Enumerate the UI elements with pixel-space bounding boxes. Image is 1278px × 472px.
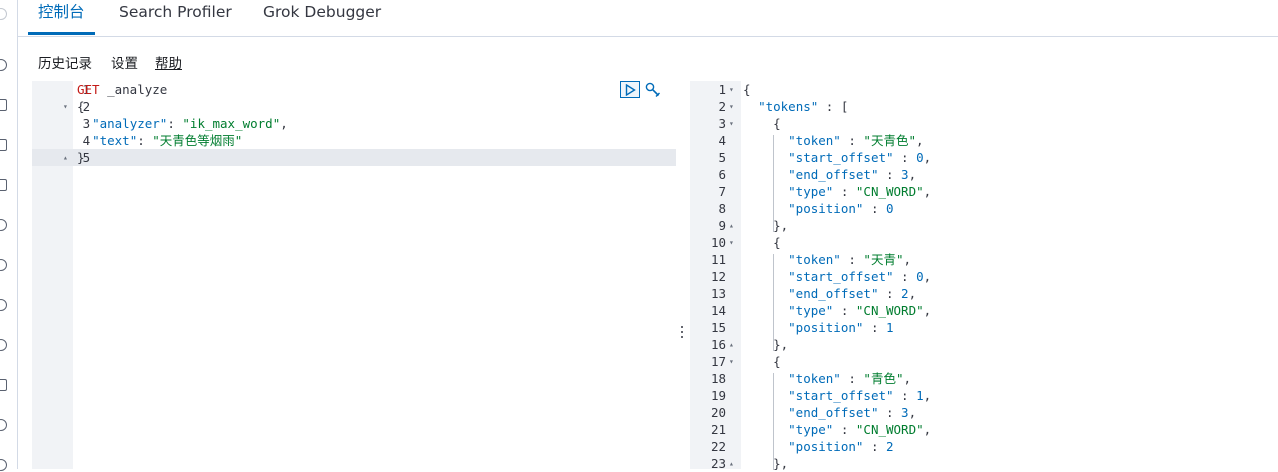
fold-open-icon[interactable]: ▾ [729, 234, 734, 251]
text-value: "天青色等烟雨" [152, 133, 243, 148]
request-line: 4 "text": "天青色等烟雨" [32, 132, 676, 149]
tab-console[interactable]: 控制台 [28, 0, 95, 35]
line-number: 1 [718, 82, 726, 97]
discover-icon[interactable] [0, 99, 7, 111]
close-brace: } [77, 150, 85, 165]
response-line: 2 ▾ "tokens" : [ [690, 98, 1278, 115]
line-number: 14 [710, 303, 726, 318]
app-tabs: 控制台 Search Profiler Grok Debugger [18, 0, 1278, 37]
response-line: 8 "position" : 0 [690, 200, 1278, 217]
response-line: 22 "position" : 2 [690, 438, 1278, 455]
line-number: 21 [710, 422, 726, 437]
help-link[interactable]: 帮助 [155, 52, 182, 72]
maps-icon[interactable] [0, 219, 7, 231]
response-line: 7 "type" : "CN_WORD", [690, 183, 1278, 200]
request-path: _analyze [99, 82, 168, 97]
play-icon [625, 84, 636, 96]
send-request-button[interactable] [620, 81, 640, 98]
visualize-icon[interactable] [0, 139, 7, 151]
fold-close-icon[interactable]: ▴ [63, 149, 68, 166]
line-number: 17 [710, 354, 726, 369]
tab-grok-debugger[interactable]: Grok Debugger [263, 0, 381, 35]
line-number: 11 [710, 252, 726, 267]
indent-guide [773, 135, 774, 232]
line-number: 22 [710, 439, 726, 454]
wrench-icon[interactable] [644, 81, 662, 99]
fold-close-icon[interactable]: ▴ [729, 336, 734, 353]
fold-close-icon[interactable]: ▴ [729, 455, 734, 472]
request-line: 2 ▾ { [32, 98, 676, 115]
line-number: 9 [718, 218, 726, 233]
response-line: 19 "start_offset" : 1, [690, 387, 1278, 404]
response-line: 14 "type" : "CN_WORD", [690, 302, 1278, 319]
response-line: 4 "token" : "天青色", [690, 132, 1278, 149]
response-line: 20 "end_offset" : 3, [690, 404, 1278, 421]
response-line: 5 "start_offset" : 0, [690, 149, 1278, 166]
response-line: 3 ▾ { [690, 115, 1278, 132]
response-line: 6 "end_offset" : 3, [690, 166, 1278, 183]
nav-toggle-icon[interactable] [0, 8, 7, 20]
line-number: 18 [710, 371, 726, 386]
apm-icon[interactable] [0, 419, 7, 431]
response-line: 9 ▴ }, [690, 217, 1278, 234]
request-line: 3 "analyzer": "ik_max_word", [32, 115, 676, 132]
line-number: 16 [710, 337, 726, 352]
response-line: 17 ▾ { [690, 353, 1278, 370]
response-line: 11 "token" : "天青", [690, 251, 1278, 268]
line-number: 4 [718, 133, 726, 148]
ml-icon[interactable] [0, 259, 7, 271]
response-line: 23 ▴ }, [690, 455, 1278, 472]
uptime-icon[interactable] [0, 339, 7, 351]
fold-open-icon[interactable]: ▾ [729, 353, 734, 370]
request-line: 1 GET _analyze [32, 81, 676, 98]
line-number: 19 [710, 388, 726, 403]
line-number: 7 [718, 184, 726, 199]
response-line: 18 "token" : "青色", [690, 370, 1278, 387]
indent-guide [773, 373, 774, 470]
dashboard-icon[interactable] [0, 179, 7, 191]
response-line: 1 ▾{ [690, 81, 1278, 98]
open-brace: { [77, 99, 85, 114]
infra-icon[interactable] [0, 299, 7, 311]
logs-icon[interactable] [0, 379, 7, 391]
response-line: 10 ▾ { [690, 234, 1278, 251]
line-number: 2 [718, 99, 726, 114]
line-number: 15 [710, 320, 726, 335]
fold-open-icon[interactable]: ▾ [63, 98, 68, 115]
line-number: 6 [718, 167, 726, 182]
line-number: 8 [718, 201, 726, 216]
line-number: 10 [710, 235, 726, 250]
analyzer-value: "ik_max_word" [182, 116, 281, 131]
text-key: "text" [92, 133, 138, 148]
response-line: 13 "end_offset" : 2, [690, 285, 1278, 302]
line-number: 12 [710, 269, 726, 284]
request-method: GET [77, 82, 100, 97]
history-link[interactable]: 历史记录 [38, 52, 92, 72]
fold-open-icon[interactable]: ▾ [729, 81, 734, 98]
panel-resizer[interactable] [679, 325, 685, 341]
line-number: 5 [718, 150, 726, 165]
response-line: 12 "start_offset" : 0, [690, 268, 1278, 285]
response-output: 1 ▾{2 ▾ "tokens" : [3 ▾ {4 "token" : "天青色",… [690, 81, 1278, 472]
fold-open-icon[interactable]: ▾ [729, 98, 734, 115]
response-line: 21 "type" : "CN_WORD", [690, 421, 1278, 438]
monitoring-icon[interactable] [0, 459, 7, 471]
fold-open-icon[interactable]: ▾ [729, 115, 734, 132]
settings-link[interactable]: 设置 [111, 52, 138, 72]
request-editor[interactable]: 1 GET _analyze 2 ▾ { 3 "analyzer": "ik_m… [32, 81, 676, 469]
analyzer-key: "analyzer" [92, 116, 168, 131]
clock-icon[interactable] [0, 59, 7, 71]
response-line: 16 ▴ }, [690, 336, 1278, 353]
line-number: 20 [710, 405, 726, 420]
side-nav [0, 0, 18, 471]
tab-search-profiler[interactable]: Search Profiler [119, 0, 232, 35]
response-line: 15 "position" : 1 [690, 319, 1278, 336]
indent-guide [773, 254, 774, 351]
line-number: 13 [710, 286, 726, 301]
line-number: 23 [710, 456, 726, 471]
line-number: 3 [718, 116, 726, 131]
fold-close-icon[interactable]: ▴ [729, 217, 734, 234]
request-line-current: 5 ▴ } [32, 149, 676, 166]
